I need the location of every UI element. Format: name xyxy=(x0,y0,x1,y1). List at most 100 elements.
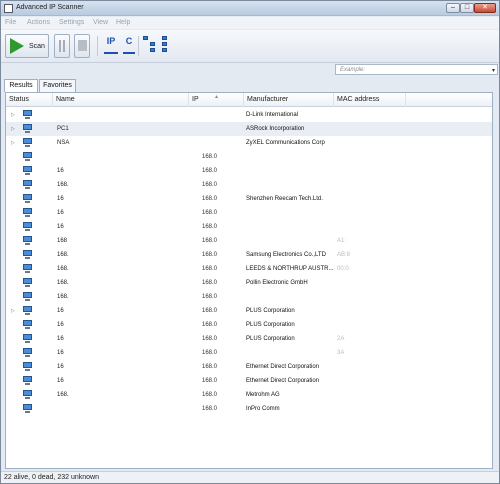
tab-results[interactable]: Results xyxy=(4,79,38,92)
cell-ip: 168.0 xyxy=(202,406,218,412)
table-row[interactable]: 16 168.0 PLUS Corporation xyxy=(6,318,492,332)
results-table: Status Name IP ▲ Manufacturer MAC addres… xyxy=(5,92,493,469)
table-row[interactable]: ▷ D-Link International xyxy=(6,108,492,122)
cell-mac xyxy=(337,290,397,304)
cell-mac: 00:0 xyxy=(337,266,349,272)
close-button[interactable]: ✕ xyxy=(474,3,496,13)
expand-all-icon[interactable] xyxy=(143,36,157,54)
title-bar[interactable]: Advanced IP Scanner – □ ✕ xyxy=(1,1,499,16)
table-row[interactable]: 168. 168.0 Pollin Electronic GmbH xyxy=(6,276,492,290)
computer-icon xyxy=(22,390,33,399)
cell-name: 16 xyxy=(57,364,64,370)
maximize-button[interactable]: □ xyxy=(460,3,474,13)
menu-file[interactable]: File xyxy=(5,19,16,26)
cell-manufacturer: LEEDS & NORTHRUP AUSTR... xyxy=(246,266,334,272)
window-title: Advanced IP Scanner xyxy=(16,4,84,11)
table-row[interactable]: 16 168.0 PLUS Corporation 2A xyxy=(6,332,492,346)
table-row[interactable]: 168.0 xyxy=(6,150,492,164)
expand-arrow-icon[interactable]: ▷ xyxy=(11,112,15,118)
subnet-c-icon[interactable]: C xyxy=(123,36,135,54)
cell-name: NSA xyxy=(57,140,70,146)
stop-button[interactable] xyxy=(74,34,90,58)
col-manufacturer[interactable]: Manufacturer xyxy=(244,93,334,107)
cell-mac: 3A xyxy=(337,350,345,356)
collapse-all-icon[interactable] xyxy=(162,36,176,54)
cell-ip: 168.0 xyxy=(202,196,218,202)
cell-mac xyxy=(337,220,397,234)
table-row[interactable]: ▷ NSA ZyXEL Communications Corp xyxy=(6,136,492,150)
cell-ip: 168.0 xyxy=(202,308,218,314)
computer-icon xyxy=(22,320,33,329)
cell-manufacturer xyxy=(246,206,334,220)
cell-ip: 168.0 xyxy=(202,238,218,244)
table-row[interactable]: 16 168.0 3A xyxy=(6,346,492,360)
cell-manufacturer: PLUS Corporation xyxy=(246,336,295,342)
table-row[interactable]: 168. 168.0 xyxy=(6,178,492,192)
cell-ip: 168.0 xyxy=(202,280,218,286)
computer-icon xyxy=(22,264,33,273)
table-row[interactable]: 16 168.0 Ethernet Direct Corporation xyxy=(6,374,492,388)
computer-icon xyxy=(22,362,33,371)
expand-arrow-icon[interactable]: ▷ xyxy=(11,126,15,132)
tab-favorites[interactable]: Favorites xyxy=(39,79,76,92)
cell-mac xyxy=(337,150,397,164)
cell-manufacturer: D-Link International xyxy=(246,112,299,118)
menu-actions[interactable]: Actions xyxy=(27,19,50,26)
pause-button[interactable] xyxy=(54,34,70,58)
expand-arrow-icon[interactable]: ▷ xyxy=(11,140,15,146)
cell-manufacturer: Samsung Electronics Co.,LTD xyxy=(246,252,326,258)
table-row[interactable]: 168.0 InPro Comm xyxy=(6,402,492,416)
col-status[interactable]: Status xyxy=(6,93,53,107)
cell-ip: 168.0 xyxy=(202,378,218,384)
menu-help[interactable]: Help xyxy=(116,19,130,26)
chevron-down-icon[interactable]: ▾ xyxy=(492,66,495,76)
menu-settings[interactable]: Settings xyxy=(59,19,84,26)
cell-ip xyxy=(202,122,242,136)
sort-asc-icon: ▲ xyxy=(214,94,219,100)
stop-icon xyxy=(78,40,87,51)
table-row[interactable]: 16 168.0 xyxy=(6,206,492,220)
minimize-button[interactable]: – xyxy=(446,3,460,13)
table-row[interactable]: 168. 168.0 LEEDS & NORTHRUP AUSTR... 00:0 xyxy=(6,262,492,276)
table-row[interactable]: 16 168.0 Shenzhen Reecam Tech.Ltd. xyxy=(6,192,492,206)
table-row[interactable]: 168. 168.0 Metrohm AG xyxy=(6,388,492,402)
expand-arrow-icon[interactable]: ▷ xyxy=(11,308,15,314)
status-bar: 22 alive, 0 dead, 232 unknown xyxy=(1,471,499,483)
scan-label: Scan xyxy=(29,43,45,50)
table-row[interactable]: 16 168.0 xyxy=(6,164,492,178)
toolbar-divider xyxy=(138,36,139,56)
cell-ip: 168.0 xyxy=(202,350,218,356)
cell-name xyxy=(57,402,187,416)
cell-manufacturer xyxy=(246,290,334,304)
table-row[interactable]: 168. 168.0 Samsung Electronics Co.,LTD AB:8 xyxy=(6,248,492,262)
toolbar: Scan IP C xyxy=(1,30,499,63)
computer-icon xyxy=(22,334,33,343)
ip-range-icon[interactable]: IP xyxy=(104,36,118,54)
cell-mac xyxy=(337,276,397,290)
cell-manufacturer: Ethernet Direct Corporation xyxy=(246,364,320,370)
search-row: Example: ▾ xyxy=(1,64,499,76)
cell-manufacturer: PLUS Corporation xyxy=(246,322,295,328)
scan-button[interactable]: Scan xyxy=(5,34,49,58)
cell-ip: 168.0 xyxy=(202,210,218,216)
cell-mac xyxy=(337,402,397,416)
search-input[interactable]: Example: ▾ xyxy=(335,64,498,75)
cell-manufacturer: InPro Comm xyxy=(246,406,280,412)
cell-ip: 168.0 xyxy=(202,294,218,300)
menu-view[interactable]: View xyxy=(93,19,108,26)
cell-mac xyxy=(337,388,397,402)
table-row[interactable]: 16 168.0 Ethernet Direct Corporation xyxy=(6,360,492,374)
table-row[interactable]: 16 168.0 xyxy=(6,220,492,234)
cell-name: 168. xyxy=(57,280,69,286)
computer-icon xyxy=(22,110,33,119)
computer-icon xyxy=(22,306,33,315)
col-name[interactable]: Name xyxy=(53,93,189,107)
cell-name: 16 xyxy=(57,378,64,384)
table-row[interactable]: ▷ PC1 ASRock Incorporation xyxy=(6,122,492,136)
cell-name: 16 xyxy=(57,350,64,356)
table-row[interactable]: 168. 168.0 xyxy=(6,290,492,304)
table-row[interactable]: ▷ 16 168.0 PLUS Corporation xyxy=(6,304,492,318)
table-header: Status Name IP ▲ Manufacturer MAC addres… xyxy=(6,93,492,107)
table-row[interactable]: 168 168.0 A1: xyxy=(6,234,492,248)
col-mac[interactable]: MAC address xyxy=(334,93,406,107)
